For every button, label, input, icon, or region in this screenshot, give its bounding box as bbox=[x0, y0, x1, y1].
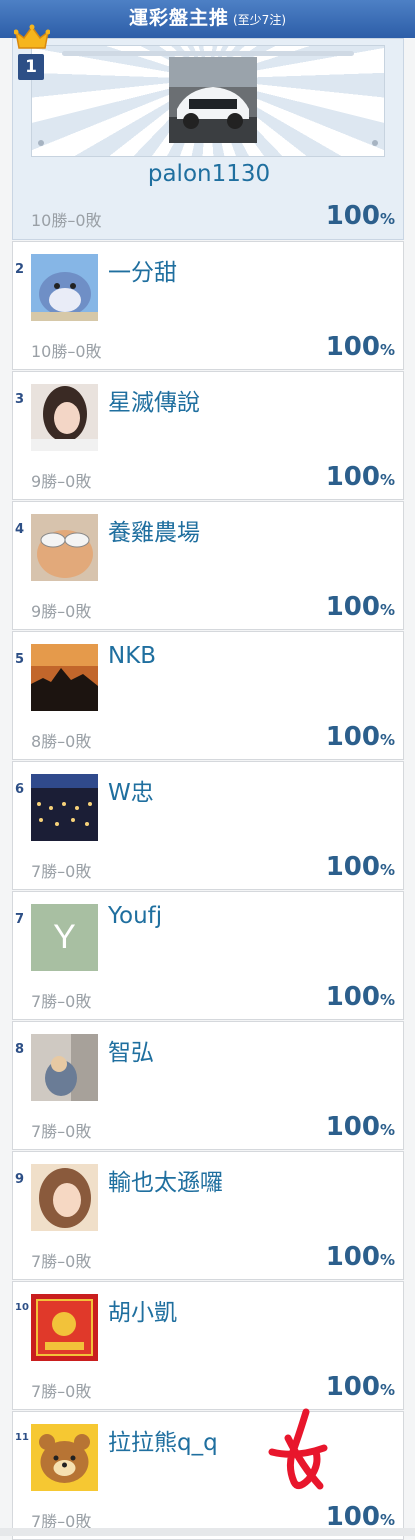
rank-number: 3 bbox=[15, 392, 25, 407]
avatar[interactable] bbox=[31, 1034, 98, 1101]
top-user-percent: 100% bbox=[325, 201, 395, 231]
rank-number: 2 bbox=[15, 262, 25, 277]
avatar[interactable] bbox=[31, 774, 98, 841]
win-percent: 100% bbox=[325, 462, 395, 492]
avatar[interactable] bbox=[31, 514, 98, 581]
record: 7勝–0敗 bbox=[31, 862, 92, 881]
ranking-header: 運彩盤主推 (至少7注) bbox=[0, 0, 415, 38]
top-user-avatar[interactable] bbox=[169, 57, 257, 143]
bottom-edge bbox=[0, 1528, 415, 1536]
crown-icon bbox=[14, 24, 50, 49]
record: 7勝–0敗 bbox=[31, 1382, 92, 1401]
rank-number: 5 bbox=[15, 652, 25, 667]
avatar[interactable] bbox=[31, 1294, 98, 1361]
avatar-letter: Y bbox=[53, 918, 76, 956]
rank-number: 11 bbox=[15, 1432, 29, 1443]
rank-number: 7 bbox=[15, 912, 25, 927]
user-name[interactable]: 星滅傳說 bbox=[108, 383, 200, 417]
rank-number: 10 bbox=[15, 1302, 29, 1313]
rank-number: 4 bbox=[15, 522, 25, 537]
win-percent: 100% bbox=[325, 1242, 395, 1272]
record: 8勝–0敗 bbox=[31, 732, 92, 751]
red-scribble-mark bbox=[268, 1408, 328, 1490]
avatar[interactable] bbox=[31, 1424, 98, 1491]
header-title: 運彩盤主推 bbox=[128, 7, 229, 29]
record: 7勝–0敗 bbox=[31, 1122, 92, 1141]
ranking-row[interactable]: 4 養雞農場 9勝–0敗 100% bbox=[12, 501, 404, 630]
user-name[interactable]: 拉拉熊q_q bbox=[108, 1423, 218, 1457]
record: 7勝–0敗 bbox=[31, 1252, 92, 1271]
user-name[interactable]: W忠 bbox=[108, 773, 154, 807]
avatar[interactable]: Y bbox=[31, 904, 98, 971]
record: 9勝–0敗 bbox=[31, 602, 92, 621]
ranking-row[interactable]: 9 輸也太遜囉 7勝–0敗 100% bbox=[12, 1151, 404, 1280]
ranking-row[interactable]: 6 W忠 7勝–0敗 100% bbox=[12, 761, 404, 890]
record: 7勝–0敗 bbox=[31, 992, 92, 1011]
top-ranked-card[interactable]: palon1130 10勝–0敗 100% bbox=[12, 38, 404, 240]
ranking-row[interactable]: 8 智弘 7勝–0敗 100% bbox=[12, 1021, 404, 1150]
record: 9勝–0敗 bbox=[31, 472, 92, 491]
ranking-row[interactable]: 11 拉拉熊q_q 7勝–0敗 100% bbox=[12, 1411, 404, 1540]
rank-number: 6 bbox=[15, 782, 25, 797]
win-percent: 100% bbox=[325, 852, 395, 882]
user-name[interactable]: Youfj bbox=[108, 903, 162, 929]
record: 10勝–0敗 bbox=[31, 342, 102, 361]
avatar[interactable] bbox=[31, 254, 98, 321]
ranking-row[interactable]: 7 Y Youfj 7勝–0敗 100% bbox=[12, 891, 404, 1020]
user-name[interactable]: 智弘 bbox=[108, 1033, 154, 1067]
win-percent: 100% bbox=[325, 722, 395, 752]
ranking-row[interactable]: 5 NKB 8勝–0敗 100% bbox=[12, 631, 404, 760]
win-percent: 100% bbox=[325, 1372, 395, 1402]
win-percent: 100% bbox=[325, 982, 395, 1012]
win-percent: 100% bbox=[325, 592, 395, 622]
avatar[interactable] bbox=[31, 644, 98, 711]
avatar[interactable] bbox=[31, 384, 98, 451]
user-name[interactable]: 一分甜 bbox=[108, 253, 177, 287]
rank-number: 8 bbox=[15, 1042, 25, 1057]
top-user-record: 10勝–0敗 bbox=[31, 211, 102, 230]
top-user-name[interactable]: palon1130 bbox=[13, 161, 405, 187]
user-name[interactable]: NKB bbox=[108, 643, 156, 669]
avatar[interactable] bbox=[31, 1164, 98, 1231]
win-percent: 100% bbox=[325, 332, 395, 362]
ranking-row[interactable]: 2 一分甜 10勝–0敗 100% bbox=[12, 241, 404, 370]
ranking-row[interactable]: 3 星滅傳說 9勝–0敗 100% bbox=[12, 371, 404, 500]
user-name[interactable]: 輸也太遜囉 bbox=[108, 1163, 223, 1197]
rank-badge-1: 1 bbox=[18, 54, 44, 80]
header-subtitle: (至少7注) bbox=[233, 13, 286, 27]
ranking-row[interactable]: 10 胡小凱 7勝–0敗 100% bbox=[12, 1281, 404, 1410]
win-percent: 100% bbox=[325, 1112, 395, 1142]
user-name[interactable]: 養雞農場 bbox=[108, 513, 200, 547]
user-name[interactable]: 胡小凱 bbox=[108, 1293, 177, 1327]
rank-number: 9 bbox=[15, 1172, 25, 1187]
